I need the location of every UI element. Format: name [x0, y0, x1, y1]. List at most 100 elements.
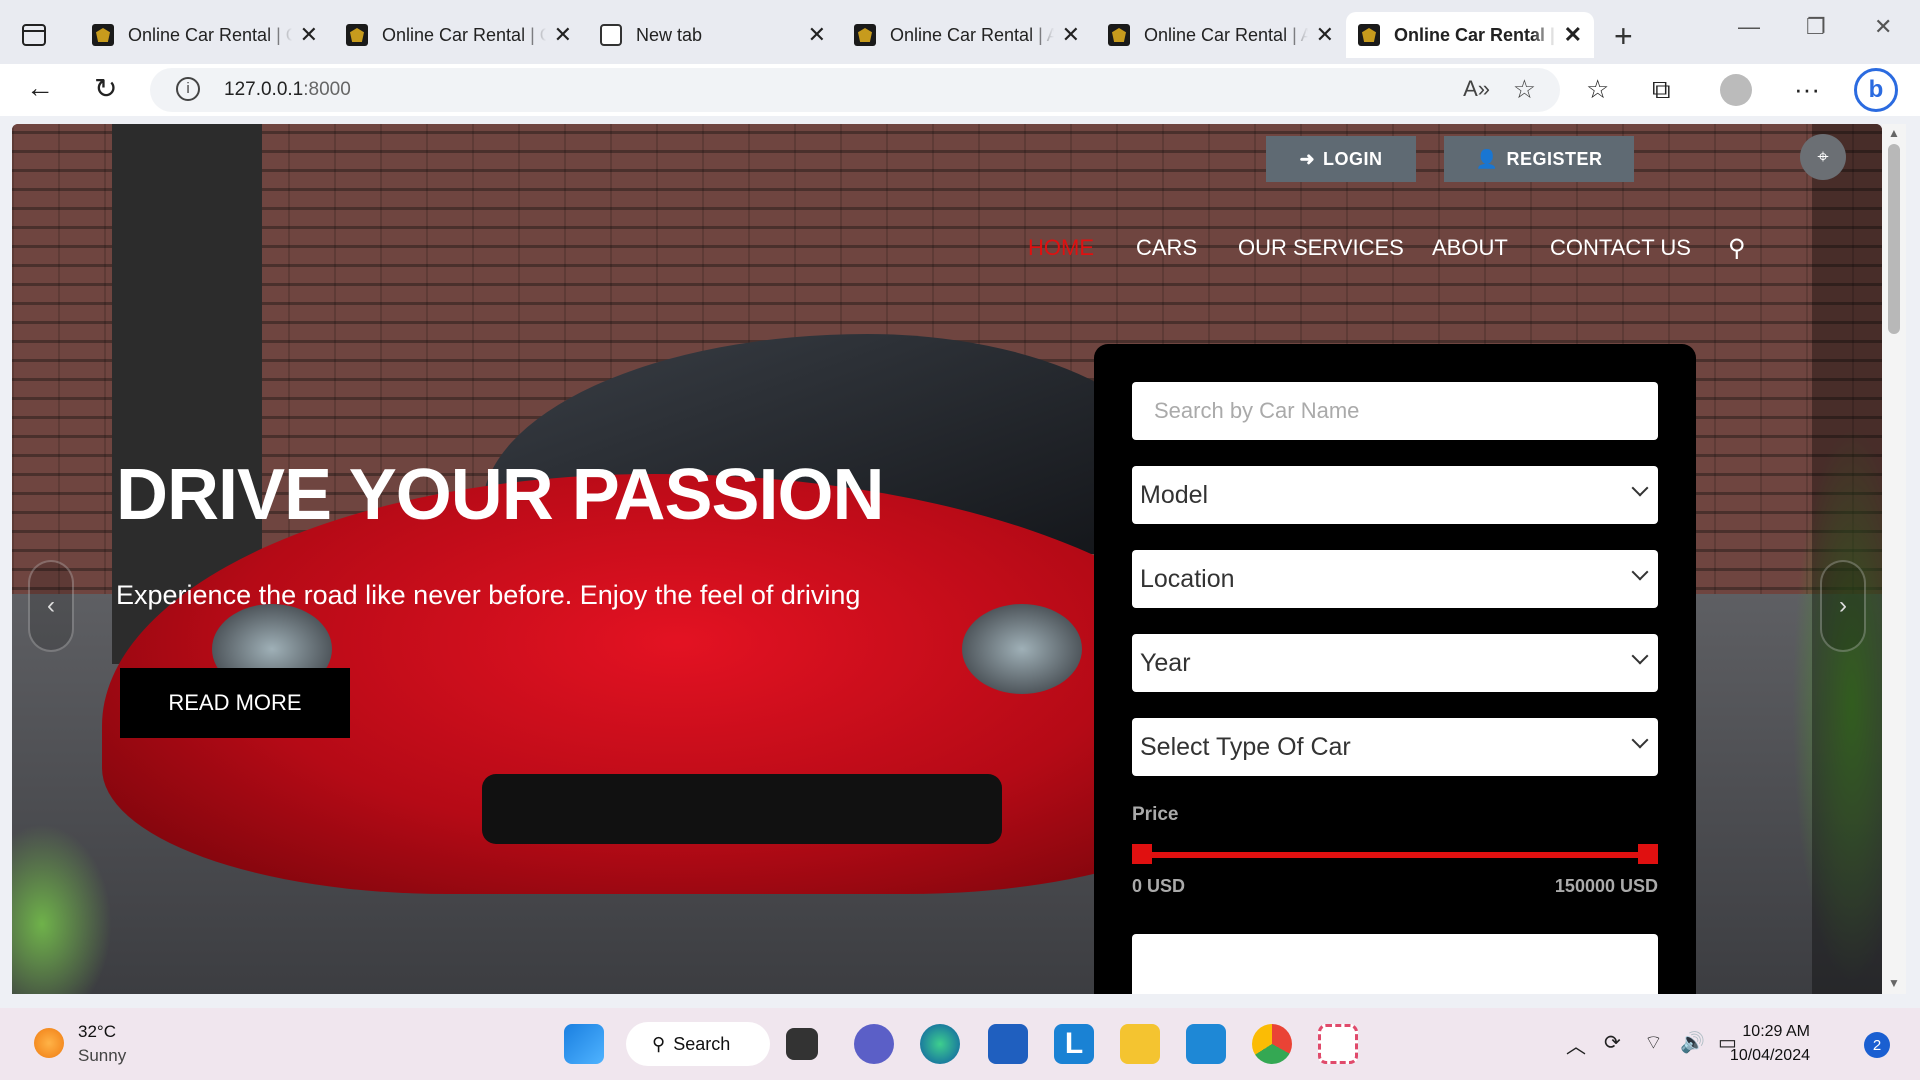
menu-cars[interactable]: CARS: [1136, 235, 1197, 261]
menu-about[interactable]: ABOUT: [1432, 235, 1508, 261]
taskbar-search[interactable]: ⚲ Search: [626, 1022, 770, 1066]
url-text[interactable]: 127.0.0.1:8000: [224, 79, 351, 101]
sync-icon[interactable]: ⟳: [1604, 1030, 1621, 1055]
price-min-value: 0 USD: [1132, 876, 1186, 896]
volume-icon[interactable]: 🔊: [1680, 1030, 1705, 1055]
chrome-icon[interactable]: [1252, 1024, 1292, 1064]
store-icon[interactable]: [988, 1024, 1028, 1064]
taskbar: 32°C Sunny ⚲ Search L ︿ ⟳ ⌔ 🔊 ▭ 10:29 AM…: [0, 1008, 1920, 1080]
add-favorite-icon[interactable]: ☆: [1513, 74, 1536, 105]
clock-date: 10/04/2024: [1729, 1047, 1810, 1064]
menu-home[interactable]: HOME: [1028, 235, 1094, 261]
weather-temperature[interactable]: 32°C: [78, 1022, 116, 1042]
new-tab-icon: [600, 24, 622, 46]
browser-toolbar: ← ↻ i 127.0.0.1:8000 A» ☆ ☆ ⧉ ··· b: [0, 64, 1920, 116]
search-icon: ⚲: [652, 1033, 666, 1054]
carousel-prev-icon[interactable]: ‹: [28, 560, 74, 652]
site-favicon-icon: [92, 24, 114, 46]
file-explorer-icon[interactable]: [1120, 1024, 1160, 1064]
back-icon[interactable]: ←: [26, 72, 54, 104]
close-tab-icon[interactable]: ✕: [1316, 22, 1334, 48]
launcher-l-icon[interactable]: L: [1054, 1024, 1094, 1064]
tab-5[interactable]: Online Car Rental | About ✕: [1096, 12, 1346, 58]
car-type-select[interactable]: Select Type Of Car: [1132, 718, 1658, 776]
chevron-down-icon: [1631, 563, 1649, 581]
tab-1[interactable]: Online Car Rental | Car Details ✕: [80, 12, 330, 58]
site-favicon-icon: [854, 24, 876, 46]
car-name-search-input[interactable]: Search by Car Name: [1132, 382, 1658, 440]
tab-3[interactable]: New tab ✕: [588, 12, 838, 58]
tab-title: Online Car Rental | About: [890, 24, 1054, 45]
show-hidden-icons-icon[interactable]: ︿: [1566, 1030, 1586, 1059]
address-bar[interactable]: i 127.0.0.1:8000 A» ☆: [150, 68, 1560, 112]
location-select[interactable]: Location: [1132, 550, 1658, 608]
task-view-icon[interactable]: [786, 1028, 818, 1060]
tab-title: Online Car Rental | Car Details: [382, 24, 546, 45]
price-min-handle[interactable]: [1132, 844, 1152, 864]
tab-6-active[interactable]: Online Car Rental | Home ✕: [1346, 12, 1594, 58]
search-icon[interactable]: ⚲: [1728, 234, 1746, 263]
minimize-icon[interactable]: —: [1738, 14, 1760, 40]
system-clock[interactable]: 10:29 AM 10/04/2024: [1730, 1020, 1810, 1068]
close-tab-icon[interactable]: ✕: [554, 22, 572, 48]
year-select[interactable]: Year: [1132, 634, 1658, 692]
collections-icon[interactable]: ⧉: [1652, 74, 1671, 106]
edge-icon[interactable]: [920, 1024, 960, 1064]
weather-condition[interactable]: Sunny: [78, 1046, 126, 1066]
snipping-tool-icon[interactable]: [1318, 1024, 1358, 1064]
hero-subtitle: Experience the road like never before. E…: [116, 580, 861, 610]
model-select[interactable]: Model: [1132, 466, 1658, 524]
login-button[interactable]: ➜ LOGIN: [1266, 136, 1416, 182]
close-tab-icon[interactable]: ✕: [1564, 22, 1582, 48]
scroll-up-icon[interactable]: ▲: [1888, 126, 1900, 140]
start-icon[interactable]: [564, 1024, 604, 1064]
profile-avatar[interactable]: [1720, 74, 1752, 106]
hero-car-image: [102, 304, 1252, 924]
visual-search-icon[interactable]: ⌖: [1800, 134, 1846, 180]
page-scrollbar[interactable]: ▲ ▼: [1882, 124, 1906, 994]
close-tab-icon[interactable]: ✕: [1062, 22, 1080, 48]
clock-time: 10:29 AM: [1742, 1023, 1810, 1040]
site-favicon-icon: [1358, 24, 1380, 46]
close-tab-icon[interactable]: ✕: [808, 22, 826, 48]
copilot-icon[interactable]: b: [1854, 68, 1898, 112]
url-port: :8000: [303, 79, 351, 100]
tab-2[interactable]: Online Car Rental | Car Details ✕: [334, 12, 584, 58]
teams-icon[interactable]: [854, 1024, 894, 1064]
scrollbar-thumb[interactable]: [1888, 144, 1900, 334]
chevron-down-icon: [1631, 647, 1649, 665]
login-label: LOGIN: [1323, 148, 1383, 169]
restore-icon[interactable]: ❐: [1806, 14, 1826, 40]
search-submit-button[interactable]: [1132, 934, 1658, 994]
scroll-down-icon[interactable]: ▼: [1888, 976, 1900, 990]
carousel-next-icon[interactable]: ›: [1820, 560, 1866, 652]
site-info-icon[interactable]: i: [176, 77, 200, 101]
more-options-icon[interactable]: ···: [1794, 74, 1820, 105]
tab-strip: Online Car Rental | Car Details ✕ Online…: [0, 0, 1920, 64]
register-label: REGISTER: [1506, 148, 1603, 169]
register-button[interactable]: 👤 REGISTER: [1444, 136, 1634, 182]
url-host: 127.0.0.1: [224, 79, 304, 100]
chevron-down-icon: [1631, 731, 1649, 749]
tab-actions-icon[interactable]: [22, 24, 46, 46]
favorites-icon[interactable]: ☆: [1586, 74, 1609, 105]
price-max-handle[interactable]: [1638, 844, 1658, 864]
price-range-slider[interactable]: [1132, 844, 1658, 864]
refresh-icon[interactable]: ↻: [94, 72, 117, 105]
new-tab-button[interactable]: +: [1614, 18, 1633, 55]
read-aloud-icon[interactable]: A»: [1463, 76, 1490, 102]
wifi-icon[interactable]: ⌔: [1644, 1030, 1663, 1055]
close-window-icon[interactable]: ✕: [1874, 14, 1892, 40]
menu-contact-us[interactable]: CONTACT US: [1550, 235, 1691, 261]
close-tab-icon[interactable]: ✕: [300, 22, 318, 48]
tab-title: New tab: [636, 24, 703, 45]
sun-icon[interactable]: [34, 1028, 64, 1058]
notification-badge[interactable]: 2: [1864, 1032, 1890, 1058]
login-icon: ➜: [1299, 148, 1316, 169]
read-more-button[interactable]: READ MORE: [120, 668, 350, 738]
vscode-icon[interactable]: [1186, 1024, 1226, 1064]
tab-4[interactable]: Online Car Rental | About ✕: [842, 12, 1092, 58]
menu-our-services[interactable]: OUR SERVICES: [1238, 235, 1404, 261]
year-select-value: Year: [1140, 648, 1191, 677]
user-plus-icon: 👤: [1475, 148, 1499, 169]
